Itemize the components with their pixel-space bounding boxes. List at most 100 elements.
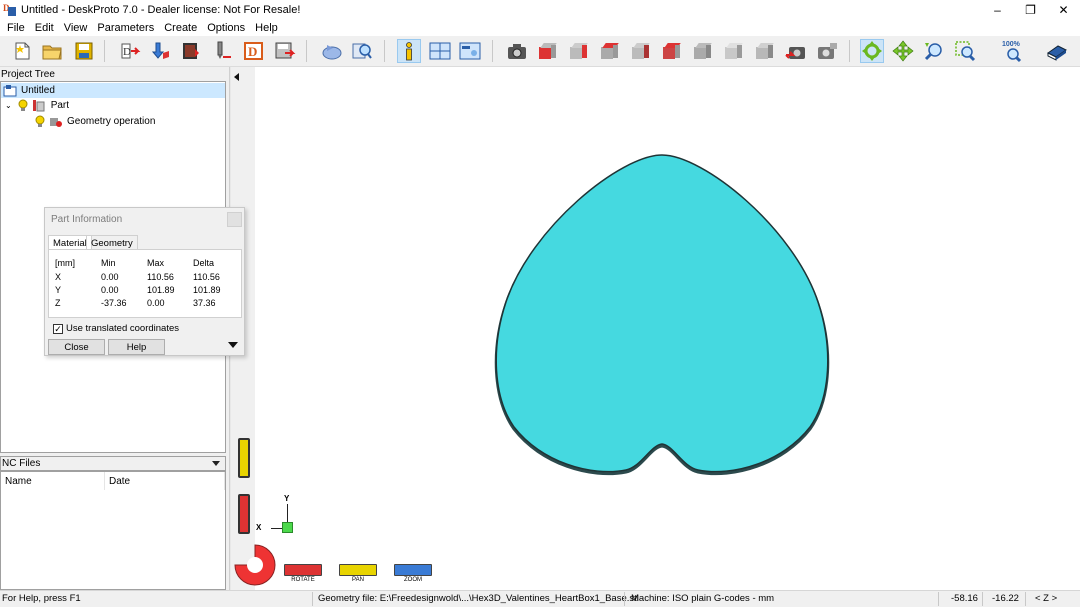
part-render-canvas bbox=[494, 154, 830, 476]
column-header-name[interactable]: Name bbox=[1, 472, 105, 490]
simulation-button[interactable] bbox=[320, 39, 344, 63]
table-cell: 0.00 bbox=[101, 285, 119, 295]
nc-files-list: Name Date bbox=[0, 471, 226, 590]
part-info-button[interactable] bbox=[397, 39, 421, 63]
toolbar-separator bbox=[306, 40, 307, 62]
tree-item-untitled[interactable]: Untitled bbox=[1, 83, 225, 98]
view-options-button[interactable] bbox=[458, 39, 482, 63]
menu-options[interactable]: Options bbox=[202, 22, 250, 34]
help-book-button[interactable] bbox=[1045, 39, 1069, 63]
cube-bottom-icon bbox=[694, 43, 712, 59]
expand-chevron-icon[interactable]: ⌄ bbox=[5, 101, 12, 110]
part-info-table: [mm] Min Max Delta X 0.00 110.56 110.56 … bbox=[48, 249, 242, 318]
zoom-mode-label: ZOOM bbox=[404, 577, 422, 583]
menu-help[interactable]: Help bbox=[250, 22, 283, 34]
preview-button[interactable] bbox=[350, 39, 374, 63]
table-header-delta: Delta bbox=[193, 258, 215, 268]
status-coord-x: -58.16 bbox=[951, 593, 978, 604]
dialog-close-icon[interactable] bbox=[227, 212, 242, 227]
rotate-mode-indicator[interactable] bbox=[284, 564, 322, 576]
table-header-min: Min bbox=[101, 258, 116, 268]
translated-coordinates-checkbox[interactable]: ✓ bbox=[53, 323, 63, 334]
rotate-mode-button[interactable] bbox=[860, 39, 884, 63]
info-icon bbox=[406, 42, 412, 61]
dropdown-arrow-icon[interactable] bbox=[212, 461, 220, 466]
nc-files-label: NC Files bbox=[2, 458, 41, 469]
lightbulb-icon[interactable] bbox=[18, 99, 28, 112]
screenshot-button[interactable] bbox=[505, 39, 529, 63]
toolbar: D D 100% bbox=[0, 36, 1080, 67]
svg-text:100%: 100% bbox=[1002, 41, 1021, 48]
column-header-date[interactable]: Date bbox=[105, 472, 225, 490]
menu-file[interactable]: File bbox=[2, 22, 30, 34]
table-cell: -37.36 bbox=[101, 298, 127, 308]
menu-parameters[interactable]: Parameters bbox=[92, 22, 159, 34]
rotate-arrows-icon bbox=[862, 41, 882, 61]
view-reset-button[interactable] bbox=[753, 39, 777, 63]
view-top-button[interactable] bbox=[660, 39, 684, 63]
close-button[interactable]: ✕ bbox=[1047, 0, 1080, 19]
create-nc-icon: D bbox=[244, 42, 263, 60]
view-next-button[interactable] bbox=[815, 39, 839, 63]
window-layout-icon bbox=[429, 42, 451, 60]
part-information-dialog: Part Information Material Geometry [mm] … bbox=[44, 207, 245, 356]
view-front-button[interactable] bbox=[536, 39, 560, 63]
zoom-100-button[interactable]: 100% bbox=[1000, 39, 1028, 63]
lightbulb-icon[interactable] bbox=[35, 115, 45, 128]
menu-create[interactable]: Create bbox=[159, 22, 202, 34]
restore-button[interactable]: ❐ bbox=[1014, 0, 1047, 19]
view-left-button[interactable] bbox=[598, 39, 622, 63]
pan-mode-label: PAN bbox=[352, 577, 364, 583]
status-separator bbox=[1025, 592, 1026, 606]
pan-mode-button[interactable] bbox=[891, 39, 915, 63]
view-back-button[interactable] bbox=[567, 39, 591, 63]
save-project-button[interactable] bbox=[72, 39, 96, 63]
toolbar-separator bbox=[384, 40, 385, 62]
minimize-button[interactable]: – bbox=[981, 0, 1014, 19]
zoom-magnifier-icon bbox=[924, 43, 942, 61]
view-previous-button[interactable] bbox=[784, 39, 808, 63]
table-cell: 101.89 bbox=[193, 285, 221, 295]
view-isometric-button[interactable] bbox=[722, 39, 746, 63]
menu-edit[interactable]: Edit bbox=[30, 22, 59, 34]
cube-right-icon bbox=[632, 43, 650, 59]
operation-parameters-button[interactable] bbox=[180, 39, 204, 63]
pan-mode-indicator[interactable] bbox=[339, 564, 377, 576]
tree-item-part[interactable]: ⌄ Part bbox=[5, 98, 69, 113]
geometry-import-icon bbox=[151, 42, 169, 59]
part-parameters-button[interactable]: D bbox=[118, 39, 142, 63]
zoom-mode-button[interactable] bbox=[922, 39, 946, 63]
save-nc-program-button[interactable] bbox=[273, 39, 297, 63]
save-disk-icon bbox=[75, 42, 93, 60]
tree-item-label: Part bbox=[50, 100, 70, 111]
expand-down-icon[interactable] bbox=[228, 342, 238, 348]
tab-geometry[interactable]: Geometry bbox=[86, 235, 138, 250]
create-nc-program-button[interactable]: D bbox=[242, 39, 266, 63]
view-bottom-button[interactable] bbox=[691, 39, 715, 63]
title-bar: D Untitled - DeskProto 7.0 - Dealer lice… bbox=[0, 0, 1080, 19]
cube-isometric-icon bbox=[725, 43, 743, 59]
3d-viewport[interactable]: Y X ROTATE PAN ZOOM bbox=[231, 67, 1080, 590]
translated-coordinates-option[interactable]: ✓ Use translated coordinates bbox=[53, 323, 179, 334]
tool-parameters-button[interactable] bbox=[210, 39, 234, 63]
zoom-window-button[interactable] bbox=[953, 39, 977, 63]
cube-reset-icon bbox=[756, 43, 774, 59]
status-separator bbox=[982, 592, 983, 606]
open-project-button[interactable] bbox=[40, 39, 64, 63]
new-project-button[interactable] bbox=[10, 39, 34, 63]
view-right-button[interactable] bbox=[629, 39, 653, 63]
zoom-mode-indicator[interactable] bbox=[394, 564, 432, 576]
help-button[interactable]: Help bbox=[108, 339, 165, 355]
open-folder-icon bbox=[42, 45, 62, 60]
table-cell: 0.00 bbox=[147, 298, 165, 308]
tree-item-geometry-operation[interactable]: Geometry operation bbox=[35, 114, 155, 129]
geometry-import-button[interactable] bbox=[150, 39, 174, 63]
axis-origin-cube bbox=[282, 522, 293, 533]
toolbar-separator bbox=[849, 40, 850, 62]
cube-left-icon bbox=[601, 43, 619, 59]
close-button[interactable]: Close bbox=[48, 339, 105, 355]
view-layout-button[interactable] bbox=[428, 39, 452, 63]
nc-files-header[interactable]: NC Files bbox=[0, 456, 226, 471]
menu-view[interactable]: View bbox=[59, 22, 93, 34]
tree-item-label: Untitled bbox=[21, 85, 55, 96]
